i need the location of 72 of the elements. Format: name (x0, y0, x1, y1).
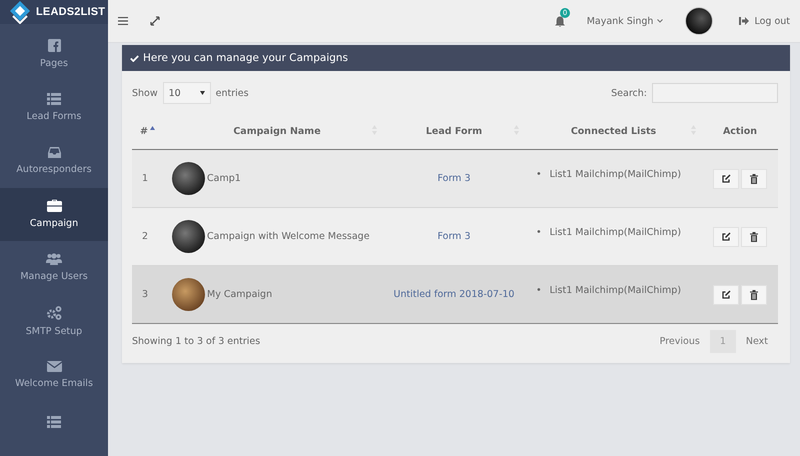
edit-icon (722, 232, 730, 241)
photo-placeholder (172, 220, 205, 253)
sidebar-item[interactable]: Pages (0, 27, 108, 80)
facebook-icon (48, 38, 60, 52)
column-header[interactable]: Action (722, 126, 758, 136)
dropdown-caret-icon[interactable] (200, 91, 205, 95)
sidebar-item[interactable]: Lead Forms (0, 80, 108, 134)
gears-icon (46, 306, 62, 320)
bullet: • (536, 285, 542, 296)
campaign-name: Camp1 (207, 173, 241, 184)
edit-button[interactable] (713, 226, 739, 246)
brand-name: LEADS2LIST (36, 6, 106, 18)
lead-form-link[interactable]: Form 3 (438, 231, 470, 242)
inbox-icon (48, 146, 60, 158)
row-number: 3 (142, 289, 148, 300)
column-header[interactable]: Campaign Name (233, 126, 321, 136)
user-avatar[interactable] (685, 7, 714, 35)
lead-form-link[interactable]: Untitled form 2018-07-10 (394, 289, 514, 300)
row-number: 2 (142, 231, 148, 242)
users-icon (46, 253, 62, 266)
envelope-icon (46, 360, 62, 372)
photo-placeholder (172, 162, 205, 195)
table-info: Showing 1 to 3 of 3 entries (132, 336, 260, 347)
expand-icon[interactable] (150, 16, 160, 26)
next-button[interactable]: Next (736, 330, 778, 353)
logout-link[interactable]: Log out (754, 16, 790, 26)
user-name[interactable]: Mayank Singh (586, 16, 654, 26)
logo-icon (8, 0, 32, 24)
list-icon (47, 416, 61, 428)
logout-icon[interactable] (739, 17, 750, 25)
bullet: • (536, 169, 542, 180)
sidebar-item[interactable]: Welcome Emails (0, 348, 108, 402)
delete-button[interactable] (741, 284, 767, 304)
sidebar-item[interactable]: Campaign (0, 188, 108, 241)
entries-label: entries (216, 88, 249, 98)
show-label: Show (132, 88, 158, 98)
delete-button[interactable] (741, 226, 767, 246)
list-item: List1 Mailchimp(MailChimp) (550, 285, 682, 296)
caret-icon[interactable] (657, 19, 664, 23)
search-label: Search: (611, 88, 647, 98)
entries-select[interactable]: 10 (162, 82, 211, 104)
edit-button[interactable] (713, 284, 739, 304)
list-icon (47, 92, 61, 105)
menu-icon[interactable] (118, 17, 128, 25)
sidebar-item[interactable]: SMTP Setup (0, 294, 108, 348)
column-header[interactable]: Connected Lists (570, 126, 656, 136)
sidebar-item[interactable]: Autoresponders (0, 134, 108, 188)
panel-title: Here you can manage your Campaigns (143, 52, 348, 64)
campaign-name: My Campaign (207, 289, 272, 300)
column-header[interactable]: Lead Form (426, 126, 482, 136)
row-number: 1 (142, 173, 148, 184)
campaign-name: Campaign with Welcome Message (207, 231, 370, 242)
lead-form-link[interactable]: Form 3 (438, 173, 470, 184)
previous-button[interactable]: Previous (650, 330, 710, 353)
sidebar-item[interactable]: Manage Users (0, 241, 108, 294)
delete-button[interactable] (741, 168, 767, 188)
edit-button[interactable] (713, 168, 739, 188)
check-icon (130, 54, 139, 62)
bell-icon[interactable] (554, 16, 565, 26)
column-header[interactable]: # (140, 126, 148, 136)
sort-ascending-icon[interactable] (150, 126, 155, 130)
photo-placeholder (172, 278, 205, 311)
briefcase-icon (46, 199, 62, 212)
edit-icon (722, 174, 730, 183)
edit-icon (722, 290, 730, 299)
trash-icon (750, 174, 758, 184)
search-field[interactable] (652, 83, 778, 103)
trash-icon (750, 232, 758, 242)
list-item: List1 Mailchimp(MailChimp) (550, 169, 682, 180)
bullet: • (536, 227, 542, 238)
list-item: List1 Mailchimp(MailChimp) (550, 227, 682, 238)
trash-icon (750, 290, 758, 300)
